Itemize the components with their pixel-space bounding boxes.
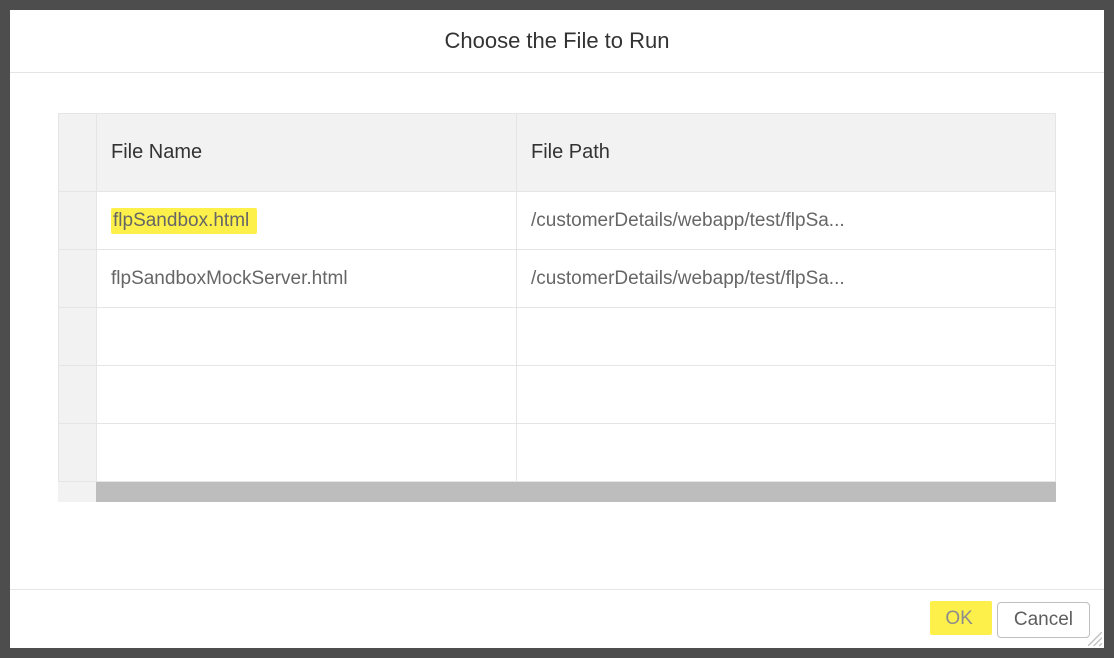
row-select-cell[interactable] — [59, 192, 97, 250]
column-header-filepath[interactable]: File Path — [517, 114, 1056, 192]
file-name-cell[interactable] — [97, 424, 517, 482]
dialog-footer: OK Cancel — [10, 589, 1104, 648]
choose-file-dialog: Choose the File to Run File Name File Pa… — [10, 10, 1104, 648]
row-select-cell[interactable] — [59, 424, 97, 482]
dialog-header: Choose the File to Run — [10, 10, 1104, 73]
dialog-body: File Name File Path flpSandbox.html /cus… — [10, 73, 1104, 589]
table-row[interactable] — [59, 424, 1056, 482]
file-path-cell[interactable]: /customerDetails/webapp/test/flpSa... — [517, 250, 1056, 308]
row-select-cell[interactable] — [59, 308, 97, 366]
file-path-cell[interactable]: /customerDetails/webapp/test/flpSa... — [517, 192, 1056, 250]
file-table-container: File Name File Path flpSandbox.html /cus… — [58, 113, 1056, 502]
file-path-cell[interactable] — [517, 424, 1056, 482]
row-select-cell[interactable] — [59, 366, 97, 424]
file-name-cell[interactable]: flpSandboxMockServer.html — [97, 250, 517, 308]
table-row[interactable]: flpSandbox.html /customerDetails/webapp/… — [59, 192, 1056, 250]
ok-button[interactable]: OK — [931, 602, 986, 636]
file-name-cell[interactable] — [97, 366, 517, 424]
cancel-button[interactable]: Cancel — [997, 602, 1090, 638]
dialog-title: Choose the File to Run — [10, 28, 1104, 54]
column-header-select — [59, 114, 97, 192]
file-path-cell[interactable] — [517, 366, 1056, 424]
file-name-cell[interactable] — [97, 308, 517, 366]
table-row[interactable]: flpSandboxMockServer.html /customerDetai… — [59, 250, 1056, 308]
table-row[interactable] — [59, 366, 1056, 424]
horizontal-scrollbar[interactable] — [58, 482, 1056, 502]
table-row[interactable] — [59, 308, 1056, 366]
file-name-highlighted: flpSandbox.html — [111, 208, 257, 234]
file-name-cell[interactable]: flpSandbox.html — [97, 192, 517, 250]
scroll-spacer — [58, 482, 96, 502]
file-table: File Name File Path flpSandbox.html /cus… — [58, 113, 1056, 482]
column-header-filename[interactable]: File Name — [97, 114, 517, 192]
row-select-cell[interactable] — [59, 250, 97, 308]
resize-grip-icon[interactable] — [1088, 632, 1102, 646]
scroll-thumb[interactable] — [96, 482, 1056, 502]
file-path-cell[interactable] — [517, 308, 1056, 366]
